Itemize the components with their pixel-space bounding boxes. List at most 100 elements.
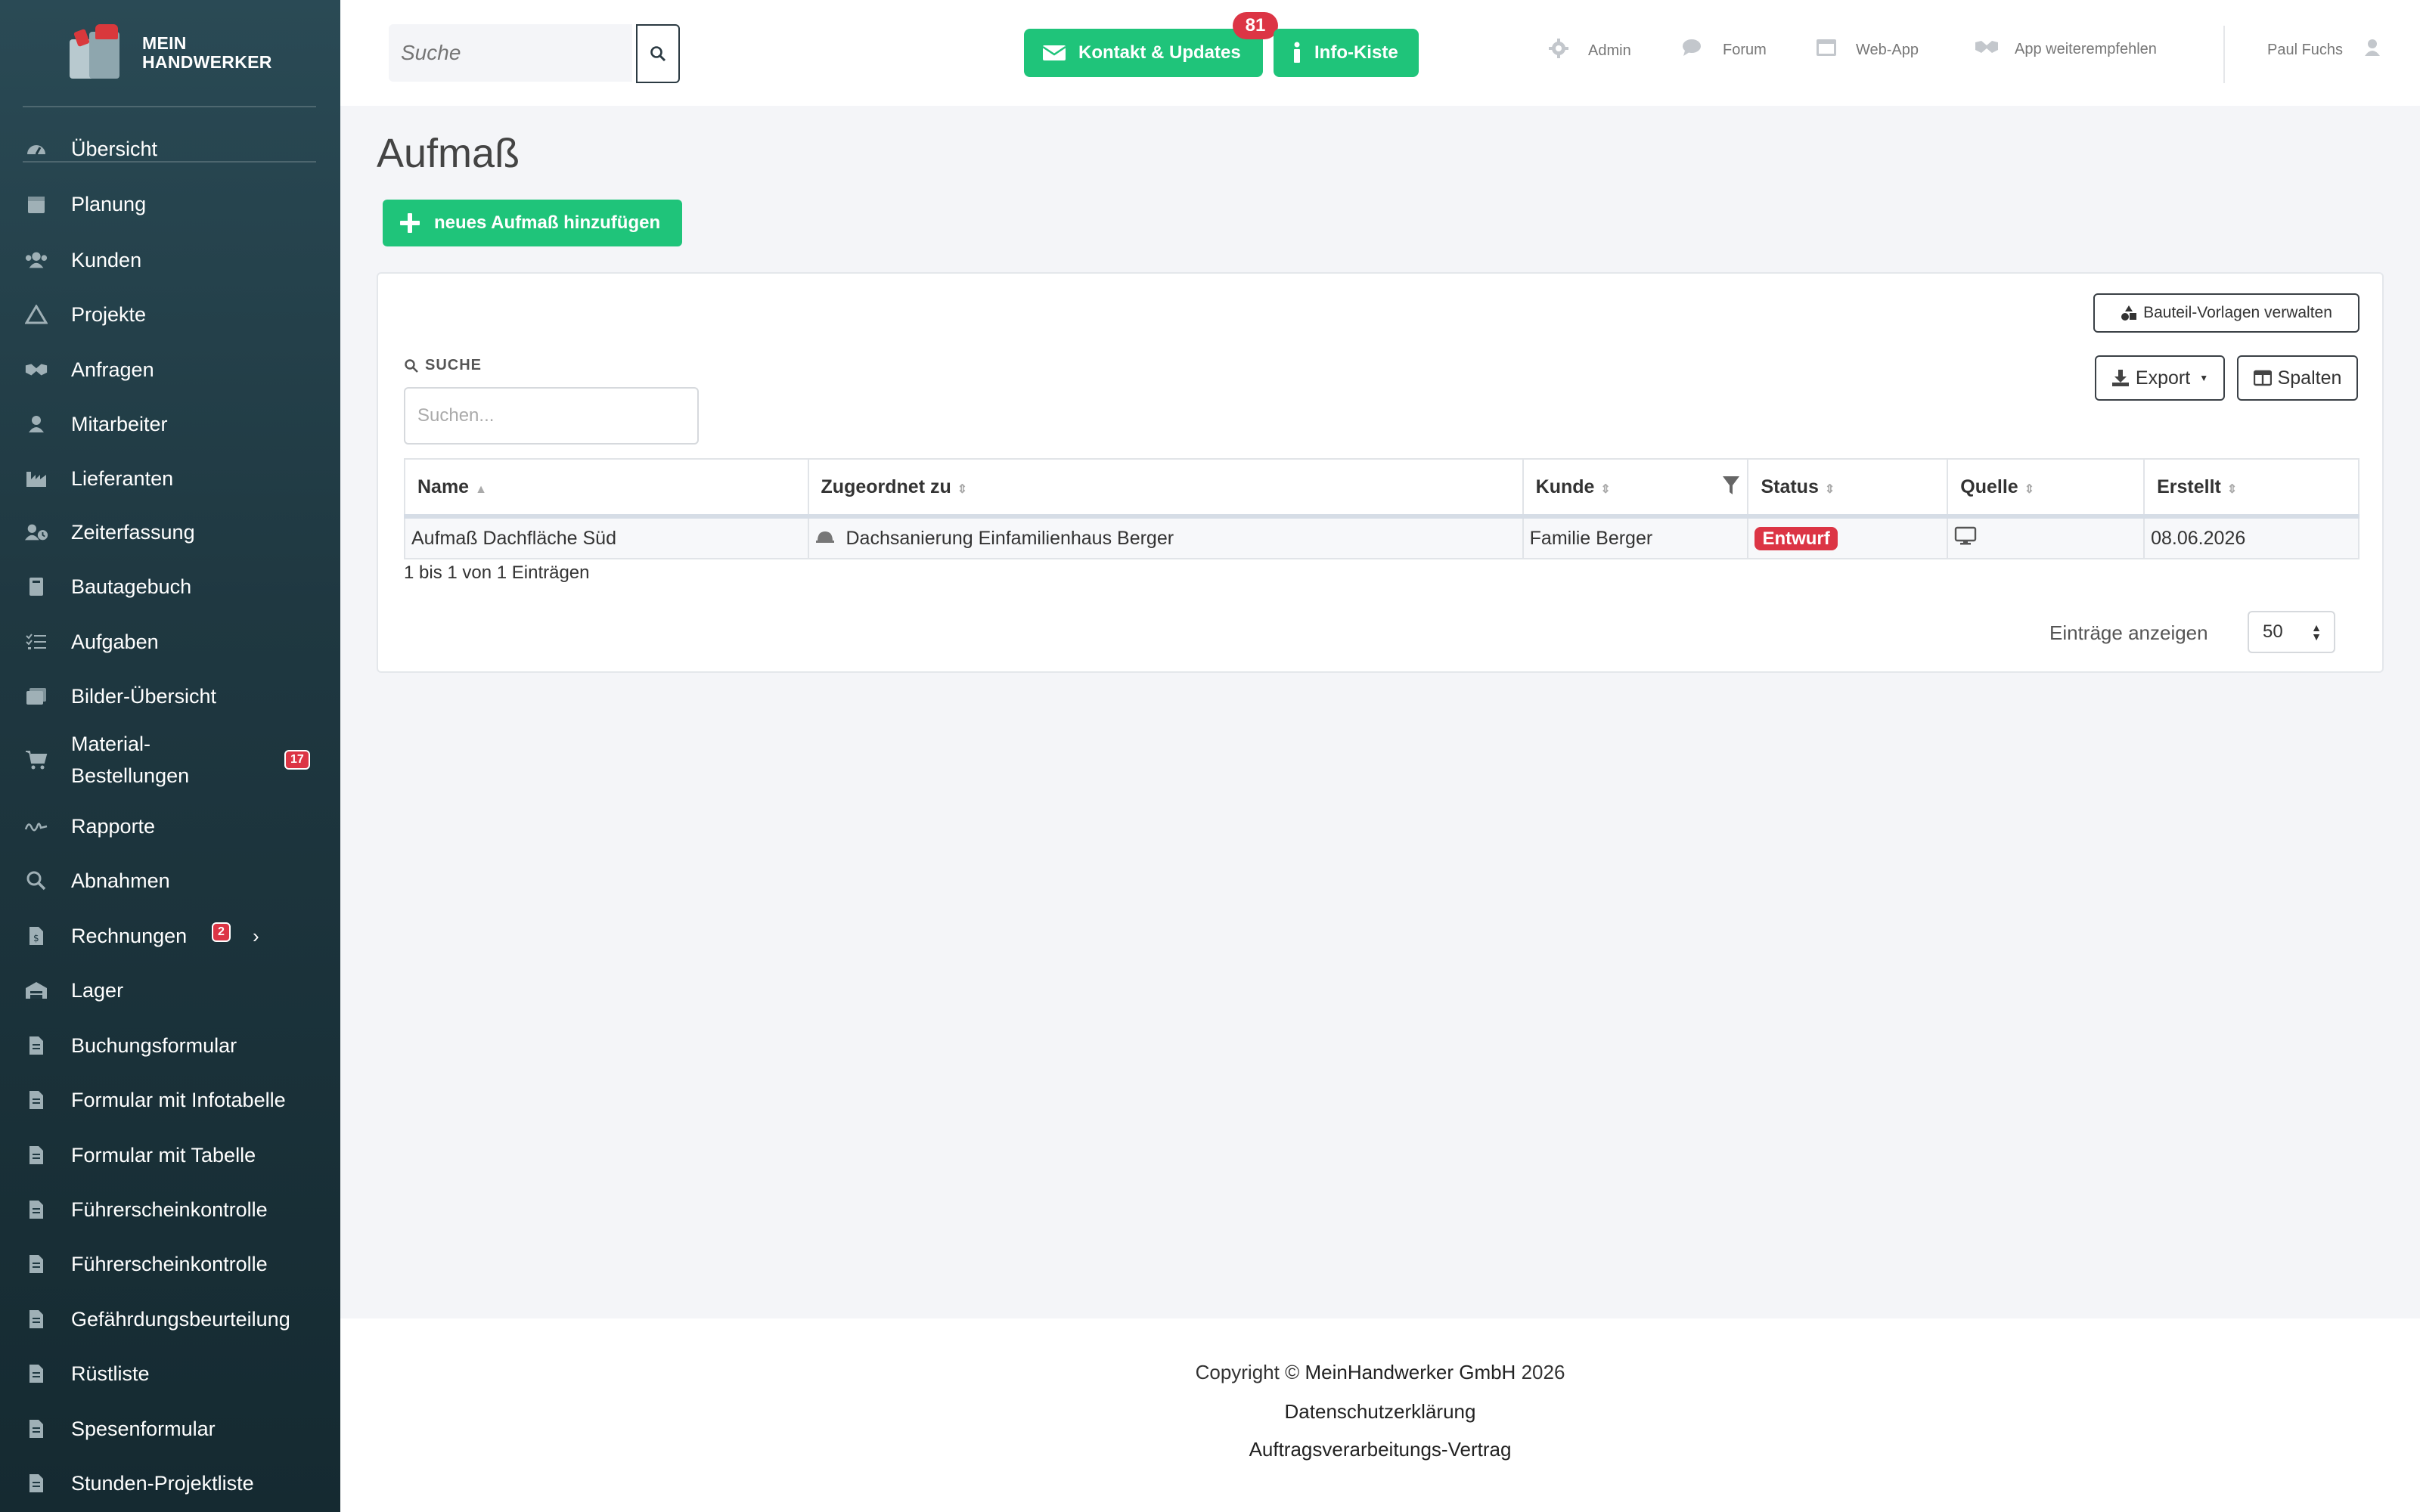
- sidebar-item-ruestliste[interactable]: Rüstliste: [0, 1349, 340, 1398]
- sidebar-item-aufgaben[interactable]: Aufgaben: [0, 618, 340, 666]
- column-header-created[interactable]: Erstellt ⇕: [2143, 458, 2360, 519]
- columns-icon: [2253, 370, 2272, 386]
- page-length-select[interactable]: 50 ▲ ▼: [2248, 611, 2335, 653]
- sidebar-item-lager[interactable]: Lager: [0, 966, 340, 1015]
- sidebar-item-stunden-projektliste[interactable]: Stunden-Projektliste: [0, 1459, 340, 1507]
- sidebar-item-zeiterfassung[interactable]: Zeiterfassung: [0, 508, 340, 556]
- sidebar-item-rapporte[interactable]: Rapporte: [0, 802, 340, 850]
- sidebar-item-uebersicht[interactable]: Übersicht: [0, 125, 340, 173]
- document-icon: [24, 1362, 48, 1386]
- cell-assigned[interactable]: Dachsanierung Einfamilienhaus Berger: [807, 516, 1524, 559]
- add-aufmass-button[interactable]: neues Aufmaß hinzufügen: [383, 200, 682, 246]
- calendar-icon: [24, 192, 48, 216]
- aufmass-table: Name ▲ Zugeordnet zu ⇕ Kunde ⇕ Status ⇕ Quel…: [404, 458, 2360, 559]
- user-icon: [2361, 38, 2384, 63]
- manage-templates-label: Bauteil-Vorlagen verwalten: [2143, 304, 2332, 321]
- manage-templates-button[interactable]: Bauteil-Vorlagen verwalten: [2093, 293, 2360, 333]
- sidebar-item-fuehrerscheinkontrolle-2[interactable]: Führerscheinkontrolle: [0, 1240, 340, 1288]
- brand-logo[interactable]: MEIN HANDWERKER: [65, 23, 272, 83]
- sidebar-item-bautagebuch[interactable]: Bautagebuch: [0, 562, 340, 611]
- invoices-count-badge: 2: [212, 922, 231, 942]
- page-title: Aufmaß: [377, 131, 520, 176]
- footer: Copyright © MeinHandwerker GmbH 2026 Dat…: [340, 1318, 2420, 1512]
- sidebar-item-buchungsformular[interactable]: Buchungsformular: [0, 1021, 340, 1070]
- comments-icon: [1682, 38, 1705, 63]
- signature-icon: [24, 814, 48, 838]
- cart-icon: [24, 748, 48, 772]
- sidebar-item-planung[interactable]: Planung: [0, 180, 340, 228]
- sidebar-item-spesenformular[interactable]: Spesenformular: [0, 1405, 340, 1453]
- entries-info: 1 bis 1 von 1 Einträgen: [404, 562, 590, 583]
- sidebar-item-mitarbeiter[interactable]: Mitarbeiter: [0, 400, 340, 448]
- document-icon: [24, 1252, 48, 1276]
- admin-link[interactable]: Admin: [1547, 38, 1631, 64]
- tasks-icon: [24, 630, 48, 654]
- privacy-link[interactable]: Datenschutzerklärung: [1285, 1400, 1476, 1423]
- sidebar-item-fuehrerscheinkontrolle-1[interactable]: Führerscheinkontrolle: [0, 1185, 340, 1234]
- brand-name: MEIN HANDWERKER: [142, 33, 272, 72]
- warehouse-icon: [24, 978, 48, 1002]
- column-header-customer[interactable]: Kunde ⇕: [1522, 458, 1749, 519]
- columns-button[interactable]: Spalten: [2237, 355, 2358, 401]
- user-name: Paul Fuchs: [2267, 42, 2344, 58]
- export-button[interactable]: Export ▼: [2095, 355, 2225, 401]
- export-label: Export: [2135, 367, 2191, 389]
- sidebar-item-gefaehrdungsbeurteilung[interactable]: Gefährdungsbeurteilung: [0, 1295, 340, 1343]
- webapp-link[interactable]: Web-App: [1815, 38, 1919, 63]
- user-icon: [24, 412, 48, 436]
- cell-name[interactable]: Aufmaß Dachfläche Süd: [404, 516, 809, 559]
- cell-customer[interactable]: Familie Berger: [1522, 516, 1749, 559]
- document-icon: [24, 1198, 48, 1222]
- sidebar-item-projekte[interactable]: Projekte: [0, 290, 340, 339]
- forum-link[interactable]: Forum: [1682, 38, 1767, 63]
- column-header-name[interactable]: Name ▲: [404, 458, 809, 519]
- industry-icon: [24, 466, 48, 491]
- document-icon: [24, 1307, 48, 1331]
- column-header-source[interactable]: Quelle ⇕: [1947, 458, 2145, 519]
- sidebar-item-formular-tabelle[interactable]: Formular mit Tabelle: [0, 1131, 340, 1179]
- cell-status: Entwurf: [1747, 516, 1949, 559]
- sidebar-item-lieferanten[interactable]: Lieferanten: [0, 454, 340, 503]
- sidebar-item-material-bestellungen[interactable]: Material- Bestellungen 17: [0, 726, 340, 794]
- document-icon: [24, 1033, 48, 1058]
- images-icon: [24, 684, 48, 708]
- avv-link[interactable]: Auftragsverarbeitungs-Vertrag: [1249, 1438, 1512, 1461]
- contact-updates-button[interactable]: Kontakt & Updates: [1024, 29, 1263, 77]
- table-search-label: SUCHE: [404, 357, 482, 374]
- search-icon: [650, 46, 666, 62]
- search-icon: [24, 869, 48, 893]
- document-icon: [24, 1143, 48, 1167]
- global-search-input[interactable]: [389, 24, 632, 82]
- invoice-icon: $: [24, 924, 48, 948]
- topbar: Kontakt & Updates 81 Info-Kiste Admin Fo…: [340, 0, 2420, 106]
- column-header-status[interactable]: Status ⇕: [1747, 458, 1949, 519]
- sidebar-item-formular-infotabelle[interactable]: Formular mit Infotabelle: [0, 1076, 340, 1124]
- sidebar-item-bilder[interactable]: Bilder-Übersicht: [0, 672, 340, 720]
- sort-icon: ⇕: [957, 482, 968, 496]
- sidebar-item-anfragen[interactable]: Anfragen: [0, 345, 340, 394]
- sidebar-item-abnahmen[interactable]: Abnahmen: [0, 857, 340, 905]
- global-search-button[interactable]: [636, 24, 680, 83]
- column-header-assigned[interactable]: Zugeordnet zu ⇕: [807, 458, 1524, 519]
- updates-count-badge: 81: [1233, 12, 1278, 39]
- sort-icon: ⇕: [2024, 482, 2035, 496]
- info-icon: [1294, 42, 1300, 63]
- sidebar-item-kunden[interactable]: Kunden: [0, 236, 340, 284]
- filter-icon[interactable]: [1721, 475, 1741, 501]
- document-icon: [24, 1088, 48, 1112]
- chevron-right-icon[interactable]: ›: [253, 925, 259, 948]
- table-search-input[interactable]: Suchen...: [404, 387, 699, 445]
- sidebar-item-rechnungen[interactable]: $ Rechnungen 2 ›: [0, 912, 340, 960]
- info-kiste-button[interactable]: Info-Kiste: [1274, 29, 1419, 77]
- handshake-icon: [1974, 38, 1998, 61]
- status-badge: Entwurf: [1754, 526, 1838, 550]
- plus-icon: [400, 213, 420, 233]
- company-link[interactable]: MeinHandwerker GmbH: [1305, 1361, 1516, 1383]
- user-menu[interactable]: Paul Fuchs: [2267, 38, 2384, 63]
- table-row[interactable]: Aufmaß Dachfläche Süd Dachsanierung Einf…: [404, 516, 2360, 559]
- user-clock-icon: [24, 520, 48, 544]
- handshake-icon: [24, 358, 48, 382]
- recommend-app-link[interactable]: App weiterempfehlen: [1974, 38, 2157, 61]
- orders-count-badge: 17: [284, 750, 310, 770]
- caret-down-icon: ▼: [2199, 373, 2209, 383]
